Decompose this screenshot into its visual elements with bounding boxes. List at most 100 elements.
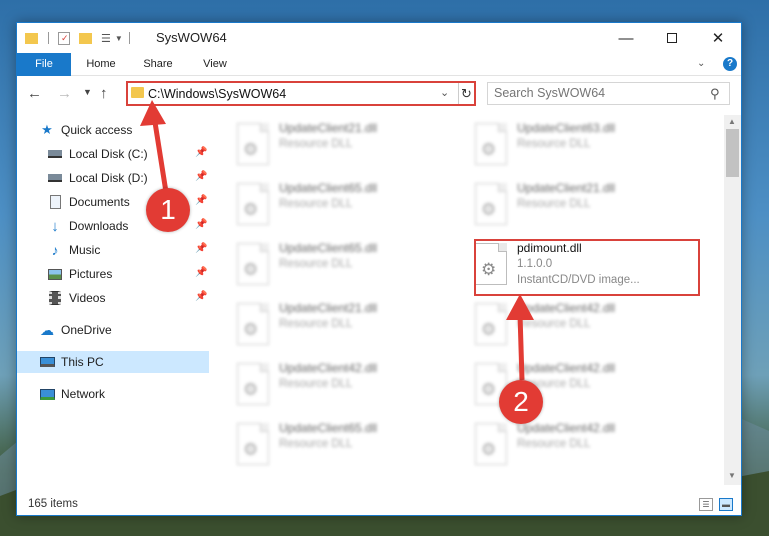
file-item[interactable]: ⚙ UpdateClient65.dll Resource DLL bbox=[223, 179, 443, 235]
details-view-icon[interactable]: ☰ bbox=[699, 498, 713, 511]
file-highlight-box bbox=[474, 239, 700, 296]
file-item[interactable]: ⚙ UpdateClient42.dll Resource DLL bbox=[461, 419, 681, 475]
file-item[interactable]: ⚙ UpdateClient21.dll Resource DLL bbox=[223, 299, 443, 355]
tab-share[interactable]: Share bbox=[135, 53, 181, 76]
dll-file-icon: ⚙ bbox=[237, 123, 269, 165]
file-list: ⚙ UpdateClient21.dll Resource DLL ⚙ Upda… bbox=[223, 115, 723, 493]
pin-icon[interactable]: 📌 bbox=[195, 147, 207, 158]
customize-toolbar-icon[interactable]: ☰ bbox=[101, 32, 111, 45]
window-title: SysWOW64 bbox=[156, 30, 227, 45]
file-name: UpdateClient42.dll bbox=[517, 361, 616, 375]
scroll-up-icon[interactable]: ▲ bbox=[728, 117, 736, 126]
scroll-thumb[interactable] bbox=[726, 129, 739, 177]
file-item[interactable]: ⚙ UpdateClient42.dll Resource DLL bbox=[223, 359, 443, 415]
item-count: 165 items bbox=[28, 498, 78, 510]
maximize-button[interactable] bbox=[649, 23, 695, 53]
scroll-down-icon[interactable]: ▼ bbox=[728, 471, 736, 480]
file-description: Resource DLL bbox=[279, 378, 353, 390]
chevron-down-icon[interactable]: ⌄ bbox=[440, 86, 449, 99]
chevron-down-icon[interactable]: ⌄ bbox=[697, 58, 705, 69]
properties-icon[interactable]: ✓ bbox=[58, 31, 70, 45]
chevron-down-icon[interactable]: ▼ bbox=[115, 34, 123, 43]
sidebar-item-label: Documents bbox=[69, 195, 130, 209]
file-name: UpdateClient21.dll bbox=[517, 181, 616, 195]
search-box[interactable]: ⚲ bbox=[487, 82, 730, 105]
large-icons-view-icon[interactable]: ▬ bbox=[719, 498, 733, 511]
music-icon: ♪ bbox=[51, 242, 59, 258]
help-icon[interactable]: ? bbox=[723, 57, 737, 71]
address-bar[interactable]: C:\Windows\SysWOW64 ⌄ ↻ bbox=[126, 81, 476, 106]
file-item[interactable]: ⚙ UpdateClient42.dll Resource DLL bbox=[461, 299, 681, 355]
cloud-icon: ☁ bbox=[40, 321, 54, 338]
sidebar-item-label: Music bbox=[69, 243, 101, 257]
file-name: UpdateClient21.dll bbox=[279, 301, 378, 315]
download-icon: ↓ bbox=[51, 217, 59, 235]
sidebar-item-label: OneDrive bbox=[61, 323, 112, 337]
pin-icon[interactable]: 📌 bbox=[195, 243, 207, 254]
file-name: UpdateClient42.dll bbox=[517, 301, 616, 315]
recent-locations-chevron-icon[interactable]: ▼ bbox=[83, 87, 92, 97]
video-icon bbox=[47, 290, 63, 306]
dll-file-icon: ⚙ bbox=[475, 183, 507, 225]
pin-icon[interactable]: 📌 bbox=[195, 219, 207, 230]
sidebar-item-label: Local Disk (D:) bbox=[69, 171, 148, 185]
file-item[interactable]: ⚙ UpdateClient42.dll Resource DLL bbox=[461, 359, 681, 415]
search-icon[interactable]: ⚲ bbox=[710, 86, 720, 102]
refresh-icon[interactable]: ↻ bbox=[458, 83, 474, 104]
sidebar-item-local-disk-d[interactable]: Local Disk (D:) 📌 bbox=[17, 167, 209, 189]
file-name: UpdateClient65.dll bbox=[279, 181, 378, 195]
file-item[interactable]: ⚙ UpdateClient63.dll Resource DLL bbox=[461, 119, 681, 175]
separator-icon bbox=[128, 32, 130, 44]
sidebar-item-pictures[interactable]: Pictures 📌 bbox=[17, 263, 209, 285]
sidebar-item-network[interactable]: Network bbox=[17, 383, 209, 405]
search-input[interactable] bbox=[494, 86, 694, 100]
file-description: Resource DLL bbox=[279, 318, 353, 330]
sidebar-item-label: Local Disk (C:) bbox=[69, 147, 148, 161]
sidebar-item-videos[interactable]: Videos 📌 bbox=[17, 287, 209, 309]
dll-file-icon: ⚙ bbox=[237, 303, 269, 345]
file-item[interactable]: ⚙ UpdateClient21.dll Resource DLL bbox=[223, 119, 443, 175]
close-button[interactable]: ✕ bbox=[695, 23, 741, 53]
drive-icon bbox=[47, 170, 63, 186]
tab-file[interactable]: File bbox=[17, 53, 71, 76]
sidebar-item-label: Downloads bbox=[69, 219, 129, 233]
pin-icon[interactable]: 📌 bbox=[195, 195, 207, 206]
vertical-scrollbar[interactable]: ▲ ▼ bbox=[724, 115, 741, 485]
star-icon: ★ bbox=[41, 122, 53, 137]
file-name: UpdateClient42.dll bbox=[517, 421, 616, 435]
file-item[interactable]: ⚙ UpdateClient65.dll Resource DLL bbox=[223, 239, 443, 295]
minimize-icon: — bbox=[618, 29, 634, 47]
separator-icon bbox=[48, 32, 49, 44]
file-description: Resource DLL bbox=[517, 318, 591, 330]
up-arrow-icon[interactable]: ↑ bbox=[100, 85, 108, 102]
pin-icon[interactable]: 📌 bbox=[195, 291, 207, 302]
forward-arrow-icon[interactable]: → bbox=[57, 85, 72, 102]
sidebar-item-local-disk-c[interactable]: Local Disk (C:) 📌 bbox=[17, 143, 209, 165]
maximize-icon bbox=[667, 33, 677, 43]
file-item[interactable]: ⚙ UpdateClient65.dll Resource DLL bbox=[223, 419, 443, 475]
sidebar-item-this-pc[interactable]: This PC bbox=[17, 351, 209, 373]
sidebar-item-label: Network bbox=[61, 387, 106, 401]
minimize-button[interactable]: — bbox=[603, 23, 649, 53]
sidebar-item-label: Videos bbox=[69, 291, 106, 305]
document-icon bbox=[47, 194, 63, 210]
sidebar-item-quick-access[interactable]: ★ Quick access bbox=[17, 119, 209, 141]
sidebar-item-music[interactable]: ♪ Music 📌 bbox=[17, 239, 209, 261]
tab-home[interactable]: Home bbox=[79, 53, 123, 76]
back-arrow-icon[interactable]: ← bbox=[27, 85, 42, 102]
ribbon-tabs: File Home Share View ⌄ ? bbox=[17, 53, 741, 76]
navigation-pane: ★ Quick access Local Disk (C:) 📌 Local D… bbox=[17, 115, 213, 495]
drive-icon bbox=[47, 146, 63, 162]
pin-icon[interactable]: 📌 bbox=[195, 267, 207, 278]
tab-view[interactable]: View bbox=[193, 53, 237, 76]
dll-file-icon: ⚙ bbox=[237, 183, 269, 225]
file-item[interactable]: ⚙ UpdateClient21.dll Resource DLL bbox=[461, 179, 681, 235]
file-name: UpdateClient42.dll bbox=[279, 361, 378, 375]
file-description: Resource DLL bbox=[517, 138, 591, 150]
pin-icon[interactable]: 📌 bbox=[195, 171, 207, 182]
sidebar-item-label: Quick access bbox=[61, 123, 133, 137]
new-folder-icon[interactable] bbox=[79, 32, 92, 44]
sidebar-item-onedrive[interactable]: ☁ OneDrive bbox=[17, 319, 209, 341]
sidebar-item-label: Pictures bbox=[69, 267, 113, 281]
address-path[interactable]: C:\Windows\SysWOW64 bbox=[148, 87, 286, 101]
